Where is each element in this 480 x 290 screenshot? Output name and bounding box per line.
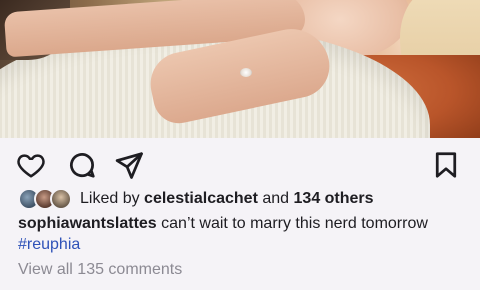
likes-row: Liked by celestialcachet and 134 others: [18, 188, 374, 210]
caption-username[interactable]: sophiawantslattes: [18, 215, 157, 232]
post-actions-bar: [0, 150, 480, 182]
caption-hashtag[interactable]: #reuphia: [18, 236, 80, 253]
likes-summary: Liked by celestialcachet and 134 others: [80, 190, 374, 208]
heart-icon[interactable]: [16, 150, 46, 180]
liker-username[interactable]: celestialcachet: [144, 190, 258, 207]
likes-connector: and: [262, 190, 290, 207]
bookmark-icon[interactable]: [431, 150, 461, 180]
liker-avatars[interactable]: [18, 188, 74, 210]
likes-others-link[interactable]: 134 others: [294, 190, 374, 207]
post-photo[interactable]: [0, 0, 480, 138]
caption-text: can’t wait to marry this nerd tomorrow: [161, 215, 428, 232]
view-comments-link[interactable]: View all 135 comments: [18, 261, 182, 279]
avatar[interactable]: [50, 188, 72, 210]
post-caption: sophiawantslattes can’t wait to marry th…: [18, 213, 478, 255]
engagement-ring: [240, 68, 252, 77]
likes-prefix: Liked by: [80, 190, 140, 207]
comment-icon[interactable]: [67, 150, 97, 180]
send-icon[interactable]: [114, 150, 144, 180]
